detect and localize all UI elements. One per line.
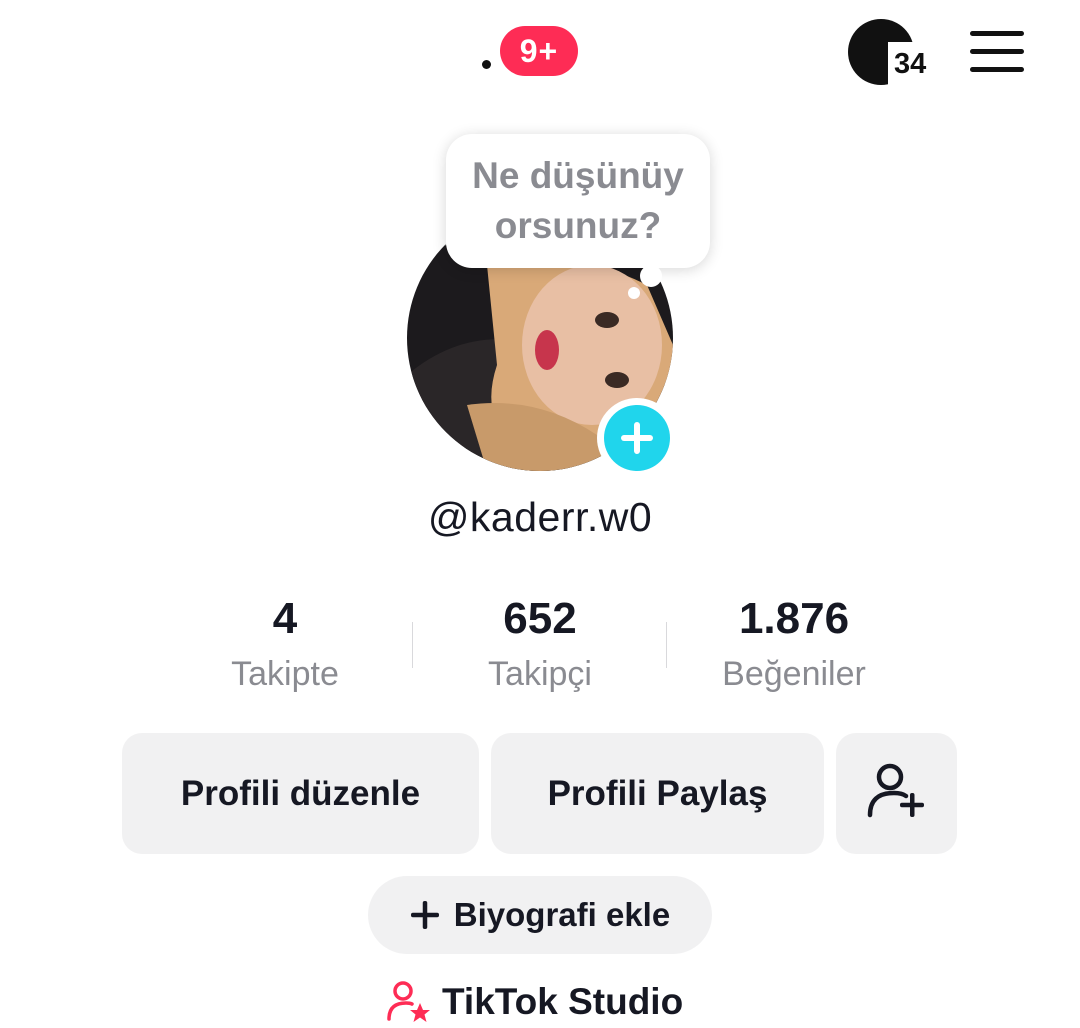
add-bio-label: Biyografi ekle xyxy=(453,896,671,933)
hamburger-menu-icon[interactable] xyxy=(970,31,1024,73)
add-friend-button[interactable] xyxy=(836,733,957,854)
notification-badge[interactable]: 9+ xyxy=(500,26,578,76)
stat-label: Beğeniler xyxy=(722,655,866,693)
plus-icon xyxy=(410,900,440,930)
tiktok-studio-label: TikTok Studio xyxy=(442,981,684,1022)
note-tail xyxy=(640,265,662,287)
stat-value: 652 xyxy=(503,594,577,643)
stats-row: 4 Takipte 652 Takipçi 1.876 Beğeniler xyxy=(158,590,922,710)
stat-likes[interactable]: 1.876 Beğeniler xyxy=(667,590,921,696)
add-bio-button[interactable]: Biyografi ekle xyxy=(368,876,712,954)
share-profile-button[interactable]: Profili Paylaş xyxy=(491,733,824,854)
moon-count: 34 xyxy=(894,48,927,80)
status-dot xyxy=(482,60,491,69)
moon-button[interactable]: 34 xyxy=(848,18,940,88)
stat-following[interactable]: 4 Takipte xyxy=(158,590,412,696)
note-tail-small xyxy=(628,287,640,299)
edit-profile-label: Profili düzenle xyxy=(180,773,421,813)
stat-followers[interactable]: 652 Takipçi xyxy=(413,590,667,696)
profile-page: 9+ 34 Ne düşünüy orsunuz? @kaderr.w0 4 T… xyxy=(0,0,1080,1028)
stat-label: Takipçi xyxy=(488,655,592,693)
plus-icon xyxy=(621,422,653,454)
stat-value: 4 xyxy=(272,594,298,643)
note-text: Ne düşünüy orsunuz? xyxy=(472,155,684,246)
stat-value: 1.876 xyxy=(738,594,850,643)
share-profile-label: Profili Paylaş xyxy=(547,773,768,813)
stat-label: Takipte xyxy=(231,655,339,693)
add-friend-icon xyxy=(867,763,924,817)
tiktok-studio-link[interactable]: TikTok Studio xyxy=(386,972,683,1028)
username[interactable]: @kaderr.w0 xyxy=(0,494,1080,541)
edit-profile-button[interactable]: Profili düzenle xyxy=(122,733,479,854)
creator-star-icon xyxy=(386,979,432,1025)
add-avatar-button[interactable] xyxy=(597,398,677,478)
note-bubble[interactable]: Ne düşünüy orsunuz? xyxy=(446,134,710,268)
